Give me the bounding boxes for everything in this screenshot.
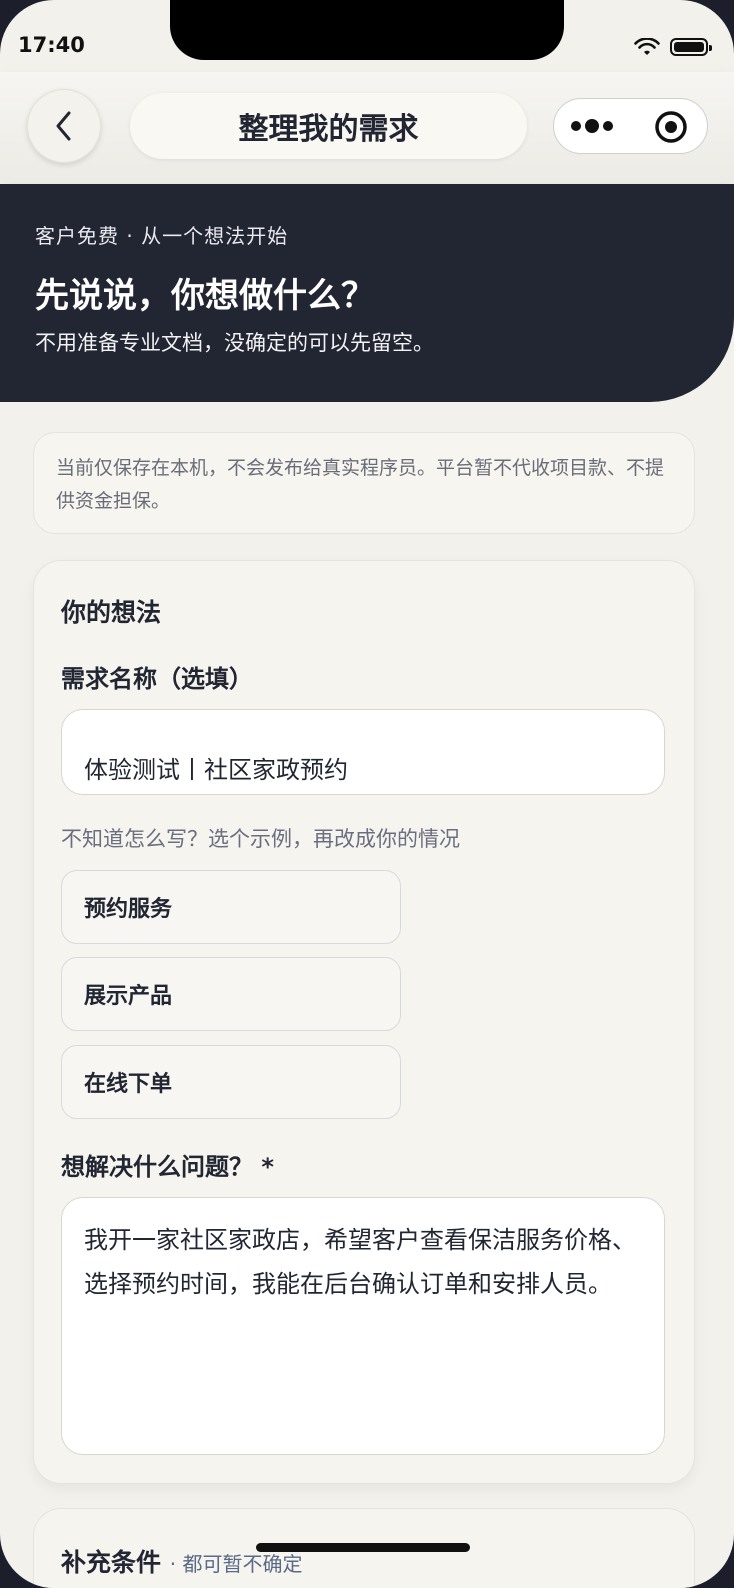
example-chip-showcase[interactable]: 展示产品 <box>61 957 401 1031</box>
example-hint: 不知道怎么写？选个示例，再改成你的情况 <box>61 827 460 851</box>
record-icon[interactable] <box>654 110 688 144</box>
problem-textarea[interactable]: 我开一家社区家政店，希望客户查看保洁服务价格、选择预约时间，我能在后台确认订单和… <box>61 1197 665 1455</box>
more-dots-icon[interactable] <box>570 116 614 136</box>
phone-screen: 17:40 整理我的需求 客户免费 · 从一个想法开始 先说说，你想做什么？ 不… <box>0 0 734 1588</box>
battery-icon <box>670 38 712 56</box>
extra-card-subtitle: · 都可暂不确定 <box>169 1552 303 1576</box>
idea-card-title: 你的想法 <box>61 598 162 627</box>
status-time: 17:40 <box>18 33 85 57</box>
example-chip-booking[interactable]: 预约服务 <box>61 870 401 944</box>
extra-card-title-text: 补充条件 <box>61 1548 162 1577</box>
home-indicator <box>256 1543 470 1552</box>
privacy-notice: 当前仅保存在本机，不会发布给真实程序员。平台暂不代收项目款、不提供资金担保。 <box>33 432 695 534</box>
notch <box>170 0 564 60</box>
problem-field-label: 想解决什么问题？ * <box>61 1153 274 1181</box>
page-title: 整理我的需求 <box>130 93 527 159</box>
hero-subtitle: 不用准备专业文档，没确定的可以先留空。 <box>35 331 434 355</box>
nav-bar: 整理我的需求 <box>0 72 734 182</box>
back-button[interactable] <box>27 89 101 163</box>
mini-program-capsule <box>553 98 708 154</box>
chevron-left-icon <box>56 111 71 141</box>
name-field-label: 需求名称（选填） <box>61 665 253 693</box>
requirement-name-input[interactable]: 体验测试丨社区家政预约 <box>61 709 665 795</box>
hero-banner: 客户免费 · 从一个想法开始 先说说，你想做什么？ 不用准备专业文档，没确定的可… <box>0 184 734 402</box>
example-chip-order[interactable]: 在线下单 <box>61 1045 401 1119</box>
wifi-icon <box>634 38 660 55</box>
idea-card: 你的想法 需求名称（选填） 体验测试丨社区家政预约 不知道怎么写？选个示例，再改… <box>33 560 695 1484</box>
hero-eyebrow: 客户免费 · 从一个想法开始 <box>35 224 289 248</box>
hero-title: 先说说，你想做什么？ <box>35 276 375 316</box>
